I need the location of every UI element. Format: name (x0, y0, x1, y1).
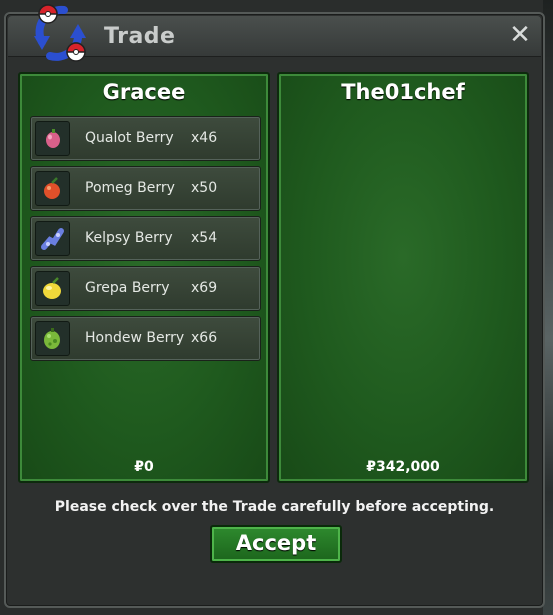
kelpsy-berry-icon (35, 221, 70, 256)
trader-name: The01chef (341, 80, 465, 104)
item-name: Hondew Berry (85, 330, 185, 346)
trade-window: Trade ✕ Gracee Qualot Berry x46 Pomeg Be… (4, 4, 545, 608)
close-icon[interactable]: ✕ (507, 22, 533, 48)
trade-item-pomeg-berry[interactable]: Pomeg Berry x50 (30, 166, 261, 211)
item-quantity: x66 (191, 330, 218, 346)
item-quantity: x50 (191, 180, 218, 196)
trade-item-qualot-berry[interactable]: Qualot Berry x46 (30, 116, 261, 161)
money-offer: ₽342,000 (366, 459, 440, 475)
item-name: Kelpsy Berry (85, 230, 173, 246)
pomeg-berry-icon (35, 171, 70, 206)
trade-warning-message: Please check over the Trade carefully be… (54, 499, 495, 515)
hondew-berry-icon (35, 321, 70, 356)
trade-item-hondew-berry[interactable]: Hondew Berry x66 (30, 316, 261, 361)
accept-button[interactable]: Accept (210, 525, 342, 563)
trade-exchange-icon (34, 4, 86, 62)
window-title: Trade (104, 24, 176, 49)
item-quantity: x54 (191, 230, 218, 246)
item-quantity: x69 (191, 280, 218, 296)
money-offer: ₽0 (134, 459, 154, 475)
qualot-berry-icon (35, 121, 70, 156)
item-name: Qualot Berry (85, 130, 174, 146)
item-name: Pomeg Berry (85, 180, 175, 196)
item-quantity: x46 (191, 130, 218, 146)
grepa-berry-icon (35, 271, 70, 306)
gracee-offer-panel: Gracee Qualot Berry x46 Pomeg Berry x50 … (18, 72, 270, 483)
trade-item-grepa-berry[interactable]: Grepa Berry x69 (30, 266, 261, 311)
the01chef-offer-panel: The01chef ₽342,000 (277, 72, 529, 483)
trade-item-kelpsy-berry[interactable]: Kelpsy Berry x54 (30, 216, 261, 261)
item-name: Grepa Berry (85, 280, 170, 296)
trader-name: Gracee (102, 80, 186, 104)
